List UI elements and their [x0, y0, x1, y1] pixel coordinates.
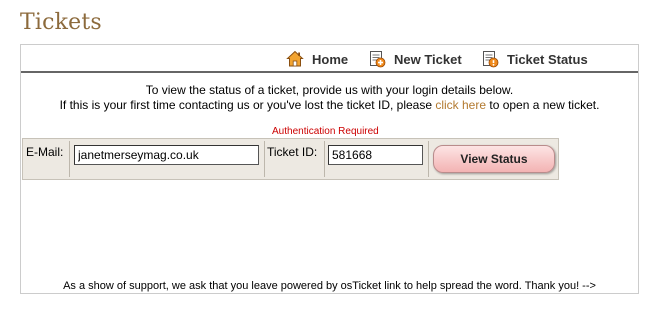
- auth-required-message: Authentication Required: [272, 126, 379, 137]
- nav-new-ticket[interactable]: New Ticket: [368, 50, 462, 68]
- email-label: E-Mail:: [26, 145, 64, 159]
- nav-home[interactable]: Home: [286, 50, 348, 68]
- ticket-id-label: Ticket ID:: [267, 145, 318, 159]
- login-form: E-Mail: Ticket ID: View Status: [22, 138, 559, 180]
- cell-divider: [69, 141, 70, 177]
- top-nav: Home New Ticket Ticket Status: [21, 45, 638, 73]
- intro-line-2: If this is your first time contacting us…: [21, 98, 638, 113]
- email-input[interactable]: [74, 145, 259, 165]
- home-icon: [286, 50, 304, 67]
- page-title: Tickets: [20, 10, 102, 35]
- nav-new-ticket-label: New Ticket: [394, 51, 462, 67]
- new-ticket-icon: [370, 51, 386, 68]
- view-status-button[interactable]: View Status: [433, 145, 555, 173]
- intro-line-1: To view the status of a ticket, provide …: [145, 83, 514, 97]
- nav-home-label: Home: [312, 51, 349, 67]
- nav-ticket-status-label: Ticket Status: [507, 51, 588, 67]
- cell-divider: [428, 141, 429, 177]
- intro-text: To view the status of a ticket, provide …: [21, 83, 638, 113]
- nav-ticket-status[interactable]: Ticket Status: [481, 50, 588, 68]
- cell-divider: [264, 141, 265, 177]
- ticket-id-input[interactable]: [328, 145, 423, 165]
- footer-note: As a show of support, we ask that you le…: [63, 280, 596, 292]
- ticket-status-icon: [483, 51, 499, 68]
- main-panel: Home New Ticket Ticket Status To view th…: [20, 44, 639, 294]
- cell-divider: [324, 141, 325, 177]
- new-ticket-link[interactable]: click here: [435, 98, 486, 112]
- intro-line-2-prefix: If this is your first time contacting us…: [59, 98, 436, 112]
- intro-line-2-suffix: to open a new ticket.: [486, 98, 600, 112]
